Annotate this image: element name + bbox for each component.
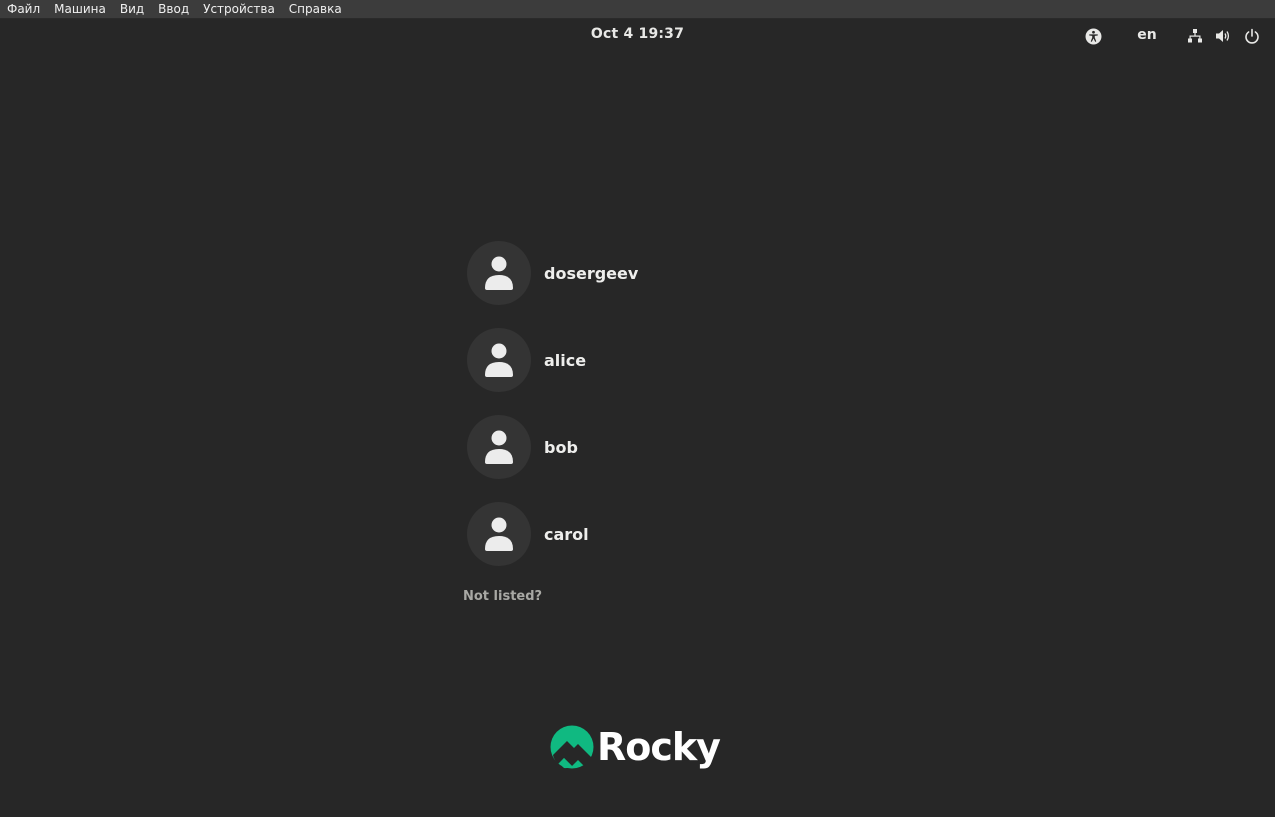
menu-file[interactable]: Файл <box>7 0 40 19</box>
user-name: carol <box>544 524 589 544</box>
user-row-alice[interactable]: alice <box>463 328 823 392</box>
not-listed-link[interactable]: Not listed? <box>463 589 542 604</box>
menu-help[interactable]: Справка <box>289 0 342 19</box>
network-icon[interactable] <box>1186 27 1204 45</box>
user-icon <box>485 256 513 290</box>
user-list: dosergeev alice bob carol <box>463 241 823 589</box>
user-icon <box>485 430 513 464</box>
accessibility-icon[interactable] <box>1084 27 1102 45</box>
avatar <box>467 502 531 566</box>
rocky-logo: Rocky <box>550 724 721 770</box>
avatar <box>467 241 531 305</box>
rocky-logo-icon <box>550 725 594 769</box>
volume-icon[interactable] <box>1214 27 1232 45</box>
user-icon <box>485 343 513 377</box>
menu-input[interactable]: Ввод <box>158 0 189 19</box>
power-icon[interactable] <box>1243 27 1261 45</box>
user-name: dosergeev <box>544 263 639 283</box>
language-indicator[interactable]: en <box>1134 27 1160 43</box>
avatar <box>467 415 531 479</box>
menu-machine[interactable]: Машина <box>54 0 106 19</box>
rocky-logo-text: Rocky <box>597 725 721 769</box>
user-row-bob[interactable]: bob <box>463 415 823 479</box>
user-row-carol[interactable]: carol <box>463 502 823 566</box>
avatar <box>467 328 531 392</box>
menu-view[interactable]: Вид <box>120 0 144 19</box>
top-bar: Oct 4 19:37 en <box>0 19 1275 53</box>
user-icon <box>485 517 513 551</box>
vm-menubar: Файл Машина Вид Ввод Устройства Справка <box>0 0 1275 19</box>
menu-devices[interactable]: Устройства <box>203 0 275 19</box>
user-name: alice <box>544 350 587 370</box>
user-name: bob <box>544 437 578 457</box>
user-row-dosergeev[interactable]: dosergeev <box>463 241 823 305</box>
